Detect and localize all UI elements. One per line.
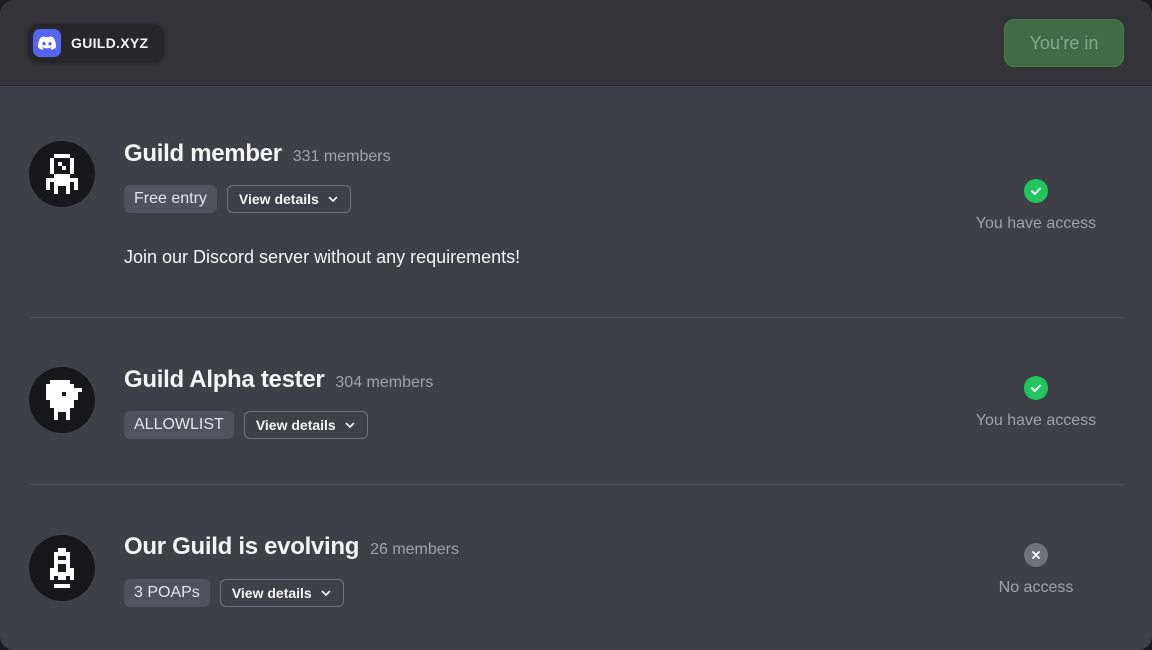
view-details-label: View details (255, 417, 336, 433)
role-name: Guild member (124, 140, 282, 167)
role-tags: ALLOWLIST View details (124, 411, 368, 439)
role-description: Join our Discord server without any requ… (124, 247, 521, 267)
requirement-tag: 3 POAPs (124, 579, 210, 607)
check-icon (1024, 179, 1048, 203)
chevron-down-icon (344, 419, 356, 431)
divider (30, 317, 1124, 318)
access-status: No access (950, 543, 1122, 597)
guild-logo-link[interactable]: GUILD.XYZ (28, 24, 164, 62)
top-bar: GUILD.XYZ You're in (0, 0, 1152, 86)
access-label: No access (998, 579, 1074, 596)
role-member-count: 26 members (370, 541, 459, 558)
role-avatar (29, 535, 95, 601)
chevron-down-icon (320, 587, 332, 599)
role-title: Guild Alpha tester 304 members (124, 366, 433, 394)
role-title: Guild member 331 members (124, 140, 391, 168)
view-details-button[interactable]: View details (243, 411, 368, 439)
access-label: You have access (975, 215, 1097, 232)
access-label: You have access (975, 412, 1097, 429)
role-name: Our Guild is evolving (124, 533, 360, 560)
role-avatar (29, 141, 95, 207)
access-status: You have access (950, 376, 1122, 430)
view-details-label: View details (238, 191, 319, 207)
role-title: Our Guild is evolving 26 members (124, 533, 459, 561)
bird-icon (46, 380, 82, 420)
role-avatar (29, 367, 95, 433)
role-member-count: 304 members (335, 374, 434, 391)
join-button[interactable]: You're in (1004, 19, 1124, 67)
check-icon (1024, 376, 1048, 400)
brand-name: GUILD.XYZ (71, 35, 149, 51)
view-details-label: View details (231, 585, 312, 601)
requirement-tag: Free entry (124, 185, 217, 213)
requirement-tag: ALLOWLIST (124, 411, 234, 439)
role-member-count: 331 members (292, 148, 391, 165)
close-icon (1024, 543, 1048, 567)
access-status: You have access (950, 179, 1122, 233)
rocket-icon (50, 548, 74, 588)
divider (30, 484, 1124, 485)
role-tags: 3 POAPs View details (124, 579, 344, 607)
discord-icon (33, 29, 61, 57)
view-details-button[interactable]: View details (219, 579, 344, 607)
guild-page: GUILD.XYZ You're in Guild member 331 mem… (0, 0, 1152, 650)
role-tags: Free entry View details (124, 185, 351, 213)
astronaut-icon (46, 154, 78, 194)
chevron-down-icon (327, 193, 339, 205)
role-name: Guild Alpha tester (124, 366, 325, 393)
view-details-button[interactable]: View details (226, 185, 351, 213)
